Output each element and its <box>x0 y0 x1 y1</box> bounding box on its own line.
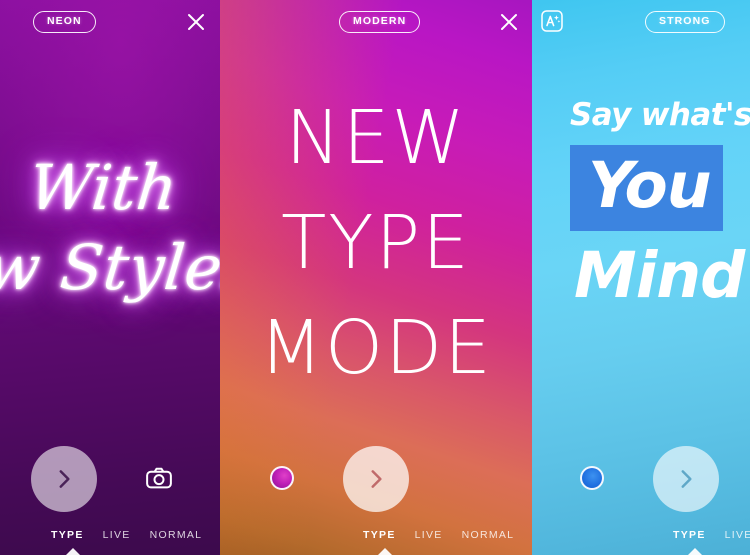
chevron-right-icon <box>681 470 692 488</box>
neon-text-line-1: With <box>25 151 181 224</box>
style-pill-modern[interactable]: MODERN <box>339 11 421 33</box>
mode-bar-modern: TYPE LIVE NORMAL BOO <box>220 529 532 541</box>
style-pill-neon[interactable]: NEON <box>33 11 96 33</box>
active-mode-indicator <box>378 548 392 555</box>
bottom-controls-strong: TYPE LIVE <box>532 435 750 555</box>
bottom-controls-modern: TYPE LIVE NORMAL BOO <box>220 435 532 555</box>
next-button-strong[interactable] <box>653 446 719 512</box>
strong-text-line-3: Mind <box>574 238 745 312</box>
next-button-neon[interactable] <box>31 446 97 512</box>
mode-tab-normal[interactable]: NORMAL <box>150 529 203 541</box>
mode-bar-neon: TYPE LIVE NORMAL BOOM <box>0 529 220 541</box>
next-button-modern[interactable] <box>343 446 409 512</box>
active-mode-indicator <box>66 548 80 555</box>
mode-tab-live[interactable]: LIVE <box>415 529 443 541</box>
chevron-right-icon <box>371 470 382 488</box>
strong-story-text[interactable]: Say what's You Mind <box>570 100 750 310</box>
modern-text-line-3: MODE <box>259 305 493 392</box>
top-bar-neon: NEON <box>0 0 220 44</box>
neon-text-line-2: ew Styles <box>0 230 220 304</box>
modern-text-line-2: TYPE <box>281 200 471 287</box>
mode-bar-strong: TYPE LIVE <box>532 529 750 541</box>
text-effects-icon[interactable] <box>539 8 565 34</box>
close-icon[interactable] <box>497 10 521 34</box>
color-swatch-button-strong[interactable] <box>580 466 604 490</box>
active-mode-indicator <box>688 548 702 555</box>
mode-tab-type[interactable]: TYPE <box>51 529 84 541</box>
story-panel-strong: Say what's You Mind STRONG TYPE LIVE <box>532 0 750 555</box>
mode-tab-live[interactable]: LIVE <box>103 529 131 541</box>
style-pill-strong[interactable]: STRONG <box>645 11 725 33</box>
strong-text-line-1: Say what's <box>570 97 750 133</box>
top-bar-strong: STRONG <box>532 0 750 44</box>
story-panel-neon: With ew Styles NEON TYPE LIVE NORMAL <box>0 0 220 555</box>
camera-icon[interactable] <box>144 463 174 493</box>
bottom-controls-neon: TYPE LIVE NORMAL BOOM <box>0 435 220 555</box>
top-bar-modern: MODERN <box>220 0 532 44</box>
strong-text-line-2-highlighted: You <box>570 145 723 231</box>
color-swatch-button-modern[interactable] <box>270 466 294 490</box>
type-mode-showcase: With ew Styles NEON TYPE LIVE NORMAL NEW… <box>0 0 750 555</box>
mode-tab-type[interactable]: TYPE <box>363 529 396 541</box>
modern-story-text[interactable]: NEW TYPE MODE <box>220 86 532 401</box>
mode-tab-normal[interactable]: NORMAL <box>462 529 515 541</box>
chevron-right-icon <box>59 470 70 488</box>
mode-tab-type[interactable]: TYPE <box>673 529 706 541</box>
modern-text-line-1: NEW <box>285 95 467 181</box>
close-icon[interactable] <box>184 10 208 34</box>
story-panel-modern: NEW TYPE MODE MODERN TYPE LIVE NORMAL <box>220 0 532 555</box>
neon-story-text[interactable]: With ew Styles <box>0 150 220 305</box>
mode-tab-live[interactable]: LIVE <box>725 529 750 541</box>
